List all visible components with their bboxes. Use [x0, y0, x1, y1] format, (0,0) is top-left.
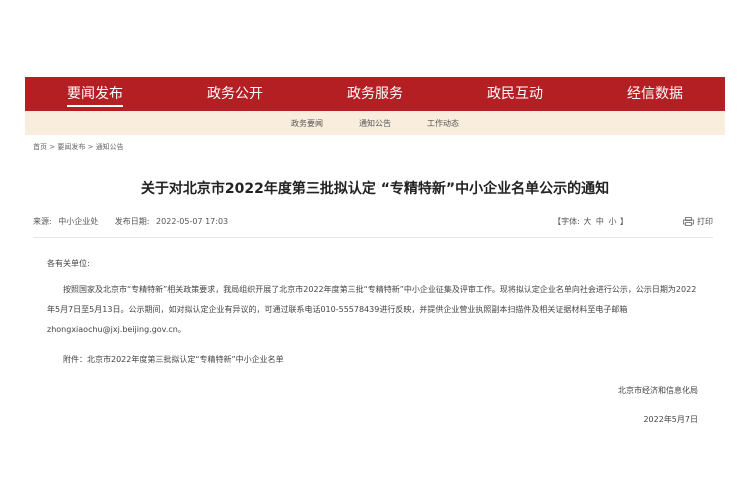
nav-item-data[interactable]: 经信数据: [585, 77, 725, 111]
font-size-suffix: 】: [620, 217, 628, 226]
main-nav: 要闻发布 政务公开 政务服务 政民互动 经信数据: [25, 77, 725, 111]
print-label: 打印: [697, 217, 713, 226]
breadcrumb-separator: >: [49, 143, 56, 151]
article-title: 关于对北京市2022年度第三批拟认定 “专精特新”中小企业名单公示的通知: [140, 181, 610, 197]
article-body: 各有关单位: 按照国家及北京市“专精特新”相关政策要求，我局组织开展了北京市20…: [47, 258, 702, 365]
source-value: 中小企业处: [58, 217, 99, 226]
nav-item-news[interactable]: 要闻发布: [25, 77, 165, 111]
sub-nav: 政务要闻 通知公告 工作动态: [25, 111, 725, 135]
breadcrumb-notices[interactable]: 通知公告: [96, 143, 124, 151]
body-paragraph: 按照国家及北京市“专精特新”相关政策要求，我局组织开展了北京市2022年度第三批…: [47, 285, 697, 334]
subnav-item-work-updates[interactable]: 工作动态: [427, 118, 459, 129]
date-label: 发布日期:: [114, 217, 150, 226]
breadcrumb-separator: >: [87, 143, 94, 151]
printer-icon: [683, 217, 694, 226]
signature-date: 2022年5月7日: [643, 415, 698, 424]
font-size-medium-button[interactable]: 中: [596, 217, 604, 226]
nav-item-government-services[interactable]: 政务服务: [305, 77, 445, 111]
nav-item-government-affairs[interactable]: 政务公开: [165, 77, 305, 111]
font-size-prefix: 【字体:: [553, 217, 580, 226]
breadcrumb-home[interactable]: 首页: [33, 143, 47, 151]
divider: [33, 237, 713, 238]
source-label: 来源:: [33, 217, 52, 226]
date-value: 2022-05-07 17:03: [156, 217, 229, 226]
print-button[interactable]: 打印: [683, 216, 713, 227]
nav-item-interaction[interactable]: 政民互动: [445, 77, 585, 111]
font-size-control: 【字体: 大 中 小 】: [553, 216, 628, 227]
article-meta: 来源: 中小企业处 发布日期: 2022-05-07 17:03 【字体: 大 …: [33, 216, 713, 232]
salutation: 各有关单位:: [47, 259, 90, 268]
attachment-link[interactable]: 附件：北京市2022年度第三批拟认定“专精特新”中小企业名单: [47, 354, 702, 365]
subnav-item-notices[interactable]: 通知公告: [359, 118, 391, 129]
signature-block: 北京市经济和信息化局 2022年5月7日: [618, 385, 698, 425]
breadcrumb-news[interactable]: 要闻发布: [57, 143, 85, 151]
subnav-item-news[interactable]: 政务要闻: [291, 118, 323, 129]
font-size-large-button[interactable]: 大: [583, 217, 591, 226]
font-size-small-button[interactable]: 小: [608, 217, 616, 226]
breadcrumb: 首页 > 要闻发布 > 通知公告: [33, 142, 124, 152]
article-meta-left: 来源: 中小企业处 发布日期: 2022-05-07 17:03: [33, 216, 232, 227]
signature-organization: 北京市经济和信息化局: [618, 386, 698, 395]
